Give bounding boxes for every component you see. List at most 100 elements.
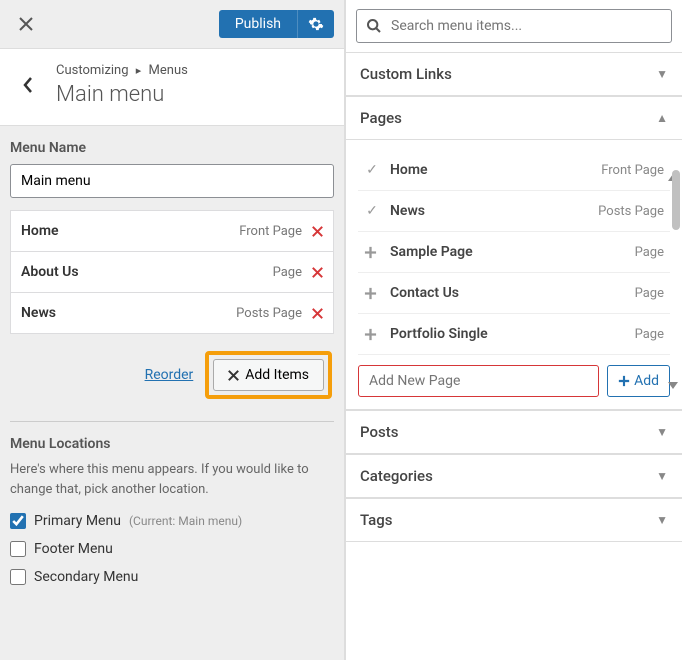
remove-item-button[interactable] — [312, 267, 323, 278]
search-wrap — [346, 0, 682, 52]
plus-icon — [364, 246, 380, 259]
location-option[interactable]: Primary Menu (Current: Main menu) — [10, 513, 334, 529]
breadcrumb-separator-icon: ▸ — [136, 64, 142, 77]
pages-body: ✓ Home Front Page ✓News Posts Page Sample… — [346, 140, 682, 410]
location-label: Secondary Menu — [34, 569, 138, 585]
menu-name-input[interactable] — [10, 164, 334, 198]
chevron-down-icon: ▼ — [656, 67, 668, 81]
accordion-header-tags[interactable]: Tags ▼ — [346, 499, 682, 542]
close-icon — [312, 308, 323, 319]
breadcrumb-prefix: Customizing — [56, 63, 129, 78]
page-type: Front Page — [601, 163, 664, 178]
menu-item[interactable]: About Us Page — [10, 251, 334, 293]
accordion-title: Posts — [360, 423, 398, 441]
accordion-tags: Tags ▼ — [346, 498, 682, 542]
search-menu-items-input[interactable] — [356, 9, 672, 43]
location-option[interactable]: Secondary Menu — [10, 569, 334, 585]
check-icon: ✓ — [364, 203, 380, 219]
publish-group: Publish — [219, 10, 334, 38]
close-customizer-button[interactable] — [10, 8, 42, 40]
publish-settings-button[interactable] — [297, 10, 334, 38]
add-new-page-row: Add — [358, 365, 670, 397]
plus-icon — [618, 375, 630, 387]
breadcrumb-texts: Customizing ▸ Menus Main menu — [56, 63, 188, 107]
page-list[interactable]: ✓ Home Front Page ✓News Posts Page Sample… — [358, 150, 670, 355]
menu-items-list: Home Front Page About Us Page News Posts… — [10, 210, 334, 334]
accordion-header-posts[interactable]: Posts ▼ — [346, 411, 682, 454]
close-icon — [228, 370, 239, 381]
add-items-button[interactable]: Add Items — [213, 359, 324, 391]
menu-name-label: Menu Name — [10, 140, 334, 156]
add-new-page-input[interactable] — [358, 365, 599, 397]
close-icon — [312, 226, 323, 237]
breadcrumb-section: Menus — [149, 63, 188, 78]
page-type: Page — [635, 245, 664, 260]
menu-item[interactable]: Home Front Page — [10, 210, 334, 252]
accordion-custom-links: Custom Links ▼ — [346, 52, 682, 96]
page-item[interactable]: Portfolio Single Page — [358, 314, 670, 355]
check-icon: ✓ — [364, 162, 380, 178]
scrollbar-thumb[interactable] — [672, 170, 680, 230]
accordion-header-pages[interactable]: Pages ▲ — [346, 97, 682, 140]
location-checkbox[interactable] — [10, 569, 26, 585]
scroll-down-icon[interactable] — [668, 382, 678, 389]
available-items-panel: Custom Links ▼ Pages ▲ ✓ Home Front Page … — [345, 0, 682, 660]
menu-item-type: Page — [273, 265, 302, 280]
accordion-header-custom-links[interactable]: Custom Links ▼ — [346, 53, 682, 96]
chevron-down-icon: ▼ — [656, 425, 668, 439]
page-title: Contact Us — [390, 285, 459, 301]
page-title: Main menu — [56, 82, 188, 107]
page-type: Posts Page — [598, 204, 664, 219]
menu-item-type: Front Page — [239, 224, 302, 239]
remove-item-button[interactable] — [312, 308, 323, 319]
page-title: Portfolio Single — [390, 326, 488, 342]
accordion-title: Pages — [360, 109, 402, 127]
add-button-label: Add — [634, 373, 659, 389]
publish-button[interactable]: Publish — [219, 10, 297, 38]
locations-description: Here's where this menu appears. If you w… — [10, 460, 334, 499]
location-checkbox[interactable] — [10, 541, 26, 557]
top-bar: Publish — [0, 0, 344, 49]
gear-icon — [308, 16, 324, 32]
accordion-title: Tags — [360, 511, 392, 529]
location-label: Footer Menu — [34, 541, 113, 557]
accordion-title: Categories — [360, 467, 433, 485]
menu-item-label: News — [21, 305, 56, 321]
menu-item-label: Home — [21, 223, 59, 239]
page-type: Page — [635, 286, 664, 301]
accordion-pages: Pages ▲ ✓ Home Front Page ✓News Posts Pag… — [346, 96, 682, 410]
breadcrumb: Customizing ▸ Menus — [56, 63, 188, 78]
breadcrumb-row: Customizing ▸ Menus Main menu — [0, 49, 344, 126]
accordion-header-categories[interactable]: Categories ▼ — [346, 455, 682, 498]
location-label: Primary Menu — [34, 513, 121, 529]
page-type: Page — [635, 327, 664, 342]
page-item[interactable]: Sample Page Page — [358, 232, 670, 273]
menu-item[interactable]: News Posts Page — [10, 292, 334, 334]
tutorial-highlight: Add Items — [205, 351, 332, 399]
location-option[interactable]: Footer Menu — [10, 541, 334, 557]
location-sublabel: (Current: Main menu) — [129, 514, 242, 528]
page-item[interactable]: ✓ Home Front Page — [358, 150, 670, 191]
add-new-page-button[interactable]: Add — [607, 365, 670, 397]
page-item[interactable]: Contact Us Page — [358, 273, 670, 314]
location-checkbox[interactable] — [10, 513, 26, 529]
chevron-down-icon: ▼ — [656, 469, 668, 483]
page-title: Home — [390, 162, 428, 178]
chevron-up-icon: ▲ — [656, 111, 668, 125]
menu-editor: Menu Name Home Front Page About Us Page … — [0, 126, 344, 611]
customizer-panel: Publish Customizing ▸ Menus Main menu Me… — [0, 0, 345, 660]
remove-item-button[interactable] — [312, 226, 323, 237]
plus-icon — [364, 287, 380, 300]
menu-item-type: Posts Page — [236, 306, 302, 321]
accordion-posts: Posts ▼ — [346, 410, 682, 454]
chevron-down-icon: ▼ — [656, 513, 668, 527]
reorder-link[interactable]: Reorder — [145, 367, 194, 383]
close-icon — [19, 17, 33, 31]
close-icon — [312, 267, 323, 278]
reorder-row: Reorder Add Items — [10, 351, 334, 399]
chevron-left-icon — [22, 76, 34, 94]
back-button[interactable] — [12, 76, 44, 94]
page-item[interactable]: ✓News Posts Page — [358, 191, 670, 232]
plus-icon — [364, 328, 380, 341]
divider — [10, 421, 334, 422]
